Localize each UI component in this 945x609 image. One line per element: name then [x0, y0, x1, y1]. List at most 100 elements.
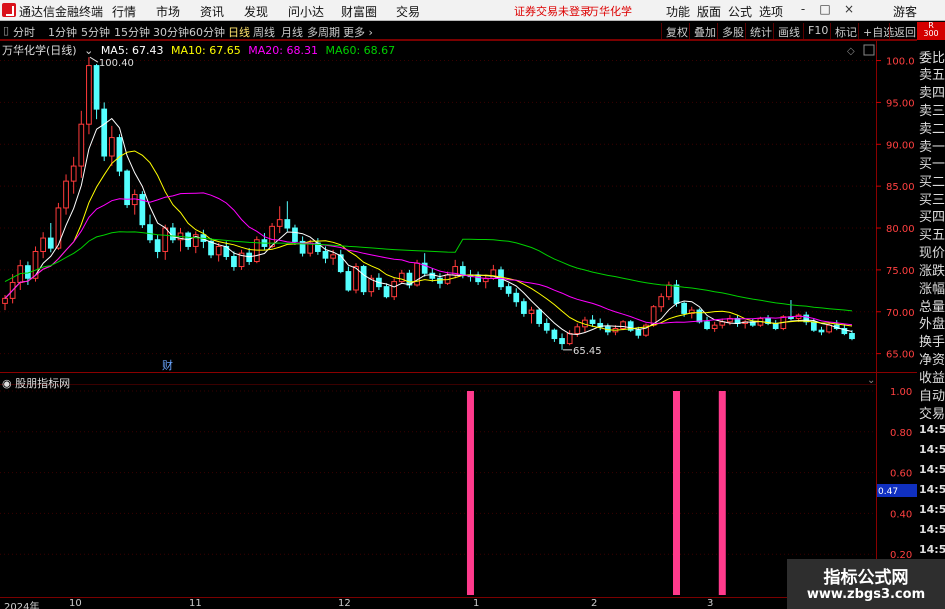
candle: [246, 252, 253, 263]
candle: [108, 137, 115, 157]
tab-60min[interactable]: 60分钟: [189, 24, 225, 40]
tab-monthly[interactable]: 月线: [281, 24, 303, 40]
r-badge: R 300: [917, 22, 945, 40]
chart-area[interactable]: 100.0 95.00 90.00 85.00 80.00 75.00 70.00 65.00…: [0, 40, 917, 597]
time-label: 11: [189, 598, 202, 609]
time-label: 1: [473, 598, 480, 609]
diamond-icon[interactable]: ◇: [847, 46, 855, 57]
candle: [536, 309, 543, 324]
menu-gongshi[interactable]: 公式: [728, 3, 752, 20]
time-label: 12: [338, 598, 351, 609]
menu-jiaoyi[interactable]: 交易: [396, 3, 420, 20]
indicator-title[interactable]: ◉ 股朋指标网: [2, 375, 70, 391]
candle: [673, 284, 680, 304]
diejia-button[interactable]: 叠加: [689, 23, 720, 39]
candle: [284, 219, 291, 229]
time-label: 2024年: [4, 602, 40, 609]
candle: [208, 240, 214, 256]
biaoji-button[interactable]: 标记: [830, 23, 861, 39]
tab-5min[interactable]: 5分钟: [81, 24, 110, 40]
candle: [86, 65, 92, 125]
candle: [2, 297, 8, 304]
side-label: 换手: [919, 335, 945, 350]
tongji-button[interactable]: 统计: [745, 23, 776, 39]
price-grid: [0, 60, 876, 355]
side-label[interactable]: 自动: [919, 385, 945, 404]
fuquan-button[interactable]: 复权: [661, 23, 692, 39]
expand-icon[interactable]: [863, 44, 875, 56]
minimize-button[interactable]: -: [796, 2, 810, 18]
trade-login-notice[interactable]: 证券交易未登录: [514, 3, 591, 19]
tick-time: 14:56: [919, 503, 945, 516]
indicator-dropdown-icon[interactable]: ◉: [2, 377, 12, 390]
side-label[interactable]: 交易: [919, 403, 945, 422]
tick-time: 14:56: [919, 523, 945, 536]
candle: [658, 296, 665, 308]
candle: [139, 194, 146, 226]
time-label: 10: [69, 598, 82, 609]
side-label: 卖五: [919, 68, 945, 83]
indicator-tick-label: 0.40: [890, 509, 912, 520]
dropdown-icon[interactable]: ⌄: [84, 44, 93, 57]
candle: [345, 271, 352, 291]
tab-fenshi[interactable]: 分时: [13, 24, 35, 40]
candle: [162, 227, 169, 252]
signal-bar: [466, 391, 474, 595]
tab-1min[interactable]: 1分钟: [48, 24, 77, 40]
candle: [276, 219, 283, 227]
huaxian-button[interactable]: 画线: [773, 23, 804, 39]
candle: [513, 292, 520, 303]
chevron-down-icon[interactable]: ⌄: [867, 375, 875, 386]
side-label: 买二: [919, 175, 945, 190]
close-button[interactable]: ×: [842, 2, 856, 18]
high-annotation: 100.40: [99, 58, 134, 69]
fanhui-button[interactable]: 返回: [889, 23, 920, 39]
candle: [154, 239, 161, 252]
menu-gongneng[interactable]: 功能: [666, 3, 690, 20]
candle: [360, 266, 367, 293]
candle: [665, 284, 672, 298]
price-axis: 100.0 95.00 90.00 85.00 80.00 75.00 70.00 65.00: [876, 57, 915, 361]
price-tick-label: 100.0: [886, 57, 915, 68]
tab-daily[interactable]: 日线: [228, 24, 250, 40]
stock-title[interactable]: 万华化学(日线): [2, 44, 77, 57]
menu-hangqing[interactable]: 行情: [112, 3, 136, 20]
price-tick-label: 90.00: [886, 140, 915, 151]
menu-zixun[interactable]: 资讯: [200, 3, 224, 20]
candle: [818, 329, 825, 333]
candle: [437, 277, 443, 284]
ma5-line: [4, 117, 853, 336]
menu-faxian[interactable]: 发现: [244, 3, 268, 20]
price-tick-label: 85.00: [886, 182, 915, 193]
maximize-button[interactable]: □: [818, 2, 832, 18]
ma20-label: MA20: 68.31: [248, 44, 318, 57]
duogu-button[interactable]: 多股: [717, 23, 748, 39]
period-toolbar: ▯ 分时 1分钟 5分钟 15分钟 30分钟 60分钟 日线 周线 月线 多周期…: [0, 22, 945, 40]
candle: [559, 338, 565, 345]
candle: [383, 286, 390, 298]
tick-time: 14:56: [919, 443, 945, 456]
tab-more[interactable]: 更多 ›: [343, 24, 373, 40]
candle: [849, 333, 855, 340]
tab-multi-period[interactable]: 多周期: [307, 24, 340, 40]
candle: [696, 309, 703, 323]
tab-30min[interactable]: 30分钟: [153, 24, 189, 40]
menu-xuanxiang[interactable]: 选项: [759, 3, 783, 20]
side-label: 净资: [919, 353, 945, 368]
grid-icon: ▯: [3, 24, 10, 37]
menu-caifuquan[interactable]: 财富圈: [341, 3, 377, 20]
price-tick-label: 70.00: [886, 308, 915, 319]
candle: [826, 324, 832, 333]
candle: [810, 321, 817, 331]
user-guest[interactable]: 游客: [893, 3, 917, 20]
menu-banmian[interactable]: 版面: [697, 3, 721, 20]
tab-weekly[interactable]: 周线: [253, 24, 275, 40]
f10-button[interactable]: F10: [803, 23, 832, 39]
tab-15min[interactable]: 15分钟: [114, 24, 150, 40]
side-label: 外盘: [919, 317, 945, 332]
menu-shichang[interactable]: 市场: [156, 3, 180, 20]
side-label: 收益: [919, 371, 945, 386]
ma60-label: MA60: 68.67: [325, 44, 396, 57]
ma-lines: [4, 117, 853, 336]
menu-wenxiaoda[interactable]: 问小达: [288, 3, 324, 20]
